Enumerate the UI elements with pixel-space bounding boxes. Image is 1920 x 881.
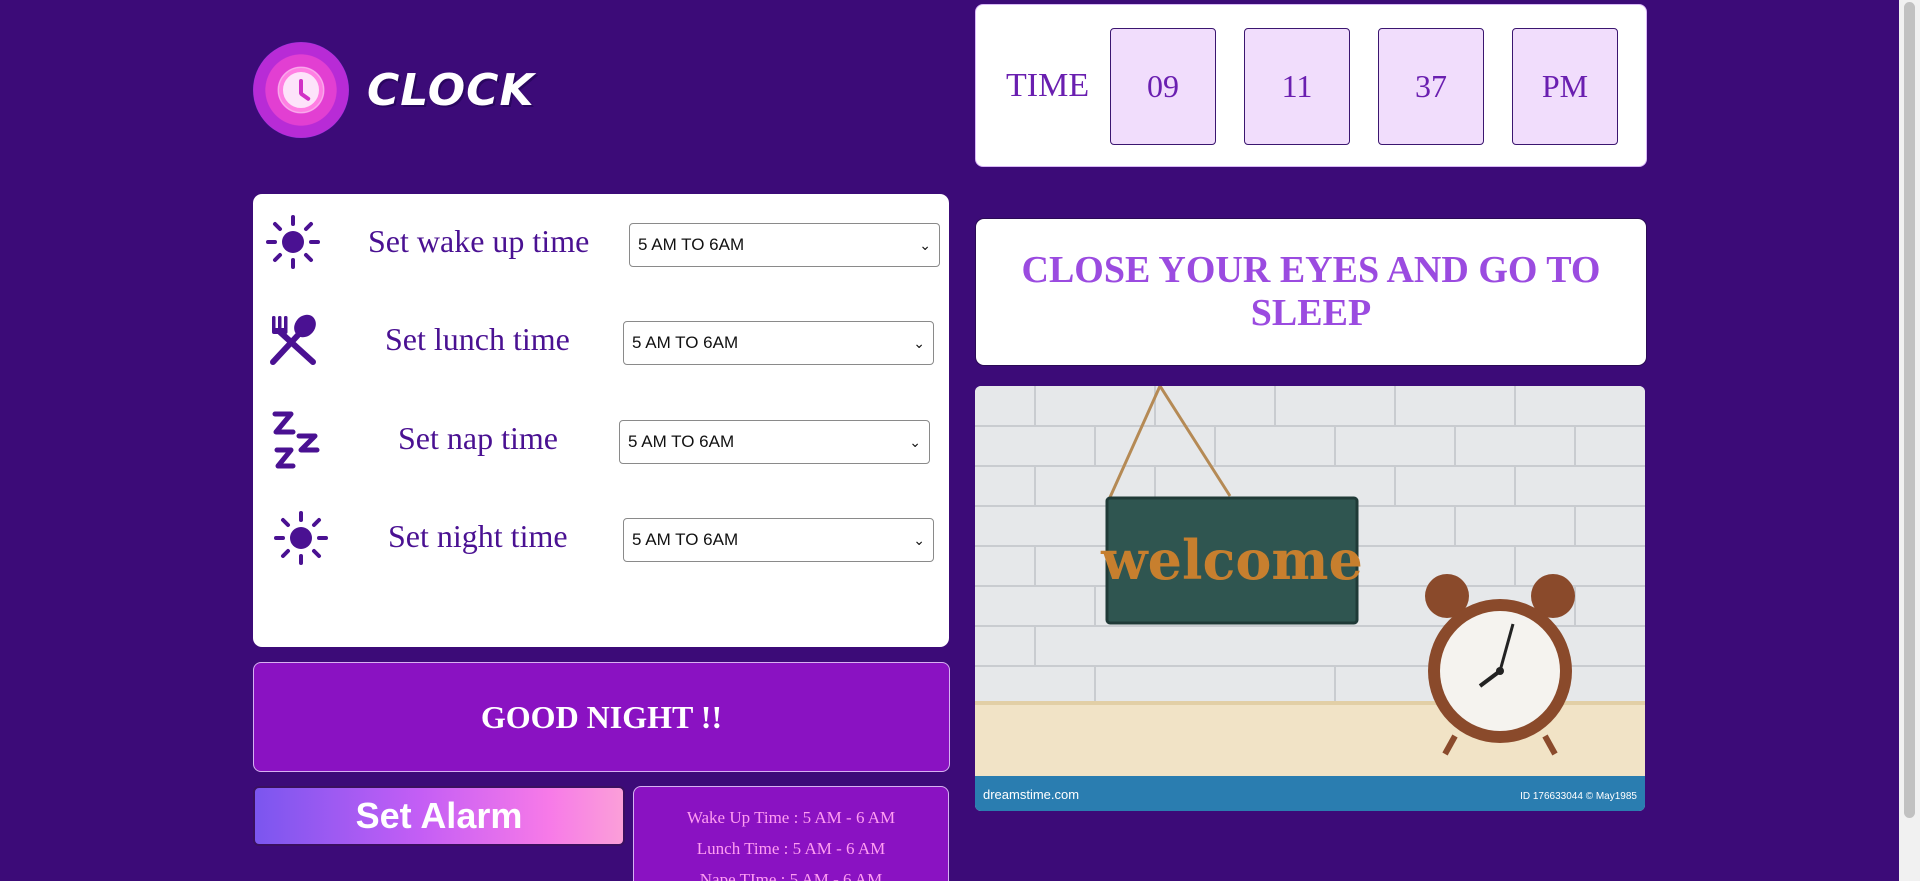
schedule-panel: Set wake up time 5 AM TO 6AM ⌄ Set lunch… (253, 194, 949, 647)
nap-time-selected: 5 AM TO 6AM (628, 432, 735, 451)
set-alarm-button[interactable]: Set Alarm (253, 786, 625, 846)
clock-icon (253, 42, 349, 138)
greeting-banner: GOOD NIGHT !! (253, 662, 950, 772)
zzz-sleep-icon (271, 410, 327, 469)
image-id: ID 176633044 © May1985 (1520, 791, 1637, 802)
minutes-box: 11 (1244, 28, 1350, 145)
sun-icon (273, 510, 329, 566)
night-time-select[interactable]: 5 AM TO 6AM ⌄ (623, 518, 934, 562)
chevron-down-icon: ⌄ (913, 531, 925, 548)
lunch-time-select[interactable]: 5 AM TO 6AM ⌄ (623, 321, 934, 365)
welcome-clock-image: welcome dreamstime.com ID 176633044 © Ma… (975, 386, 1645, 811)
chevron-down-icon: ⌄ (909, 433, 921, 450)
sun-icon (265, 214, 321, 270)
status-message: CLOSE YOUR EYES AND GO TO SLEEP (975, 218, 1647, 366)
image-credit: dreamstime.com (983, 787, 1079, 802)
night-time-selected: 5 AM TO 6AM (632, 530, 739, 549)
fork-spoon-icon (265, 312, 321, 368)
seconds-box: 37 (1378, 28, 1484, 145)
sign-text: welcome (1100, 528, 1363, 592)
lunch-time-selected: 5 AM TO 6AM (632, 333, 739, 352)
logo: CLOCK (253, 42, 535, 138)
hours-box: 09 (1110, 28, 1216, 145)
night-time-label: Set night time (388, 518, 568, 554)
logo-text: CLOCK (367, 64, 535, 116)
nap-time-label: Set nap time (398, 420, 558, 456)
page: CLOCK TIME 09 11 37 PM Set wake up time (0, 0, 1920, 881)
schedule-summary: Wake Up Time : 5 AM - 6 AM Lunch Time : … (633, 786, 949, 881)
wake-time-select[interactable]: 5 AM TO 6AM ⌄ (629, 223, 940, 267)
time-display: TIME 09 11 37 PM (975, 4, 1647, 167)
time-label: TIME (1006, 67, 1090, 104)
chevron-down-icon: ⌄ (913, 334, 925, 351)
summary-lunch: Lunch Time : 5 AM - 6 AM (696, 839, 886, 858)
wake-time-selected: 5 AM TO 6AM (638, 235, 745, 254)
summary-wake: Wake Up Time : 5 AM - 6 AM (686, 808, 896, 827)
scrollbar-thumb[interactable] (1904, 2, 1915, 818)
page-scrollbar[interactable] (1899, 0, 1920, 881)
nap-time-select[interactable]: 5 AM TO 6AM ⌄ (619, 420, 930, 464)
wake-time-label: Set wake up time (368, 223, 590, 259)
chevron-down-icon: ⌄ (919, 236, 931, 253)
period-box: PM (1512, 28, 1618, 145)
lunch-time-label: Set lunch time (385, 321, 570, 357)
summary-nap: Nape TIme : 5 AM - 6 AM (699, 870, 883, 881)
